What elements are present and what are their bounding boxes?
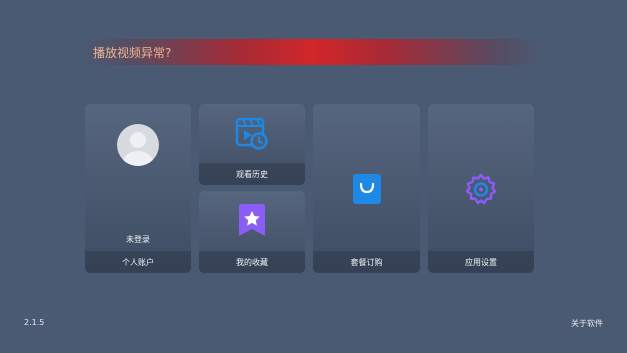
history-label: 观看历史 <box>199 163 305 185</box>
history-icon <box>234 116 270 152</box>
shopping-bag-icon <box>353 174 381 204</box>
favorites-card[interactable]: 我的收藏 <box>199 191 305 273</box>
login-status: 未登录 <box>126 235 150 244</box>
banner-text: 播放视频异常? <box>93 45 172 60</box>
history-card[interactable]: 观看历史 <box>199 104 305 185</box>
gear-icon <box>465 173 497 205</box>
avatar-icon <box>117 124 159 166</box>
favorites-label: 我的收藏 <box>199 251 305 273</box>
account-card[interactable]: 未登录 个人账户 <box>85 104 191 273</box>
favorites-icon <box>236 203 268 239</box>
playback-issue-banner[interactable]: 播放视频异常? <box>84 39 544 65</box>
account-label: 个人账户 <box>85 251 191 273</box>
settings-card[interactable]: 应用设置 <box>428 104 534 273</box>
version-number: 2.1.5 <box>24 318 45 327</box>
subscription-label: 套餐订购 <box>313 251 420 273</box>
subscription-card[interactable]: 套餐订购 <box>313 104 420 273</box>
settings-label: 应用设置 <box>428 251 534 273</box>
about-software-link[interactable]: 关于软件 <box>571 318 603 329</box>
